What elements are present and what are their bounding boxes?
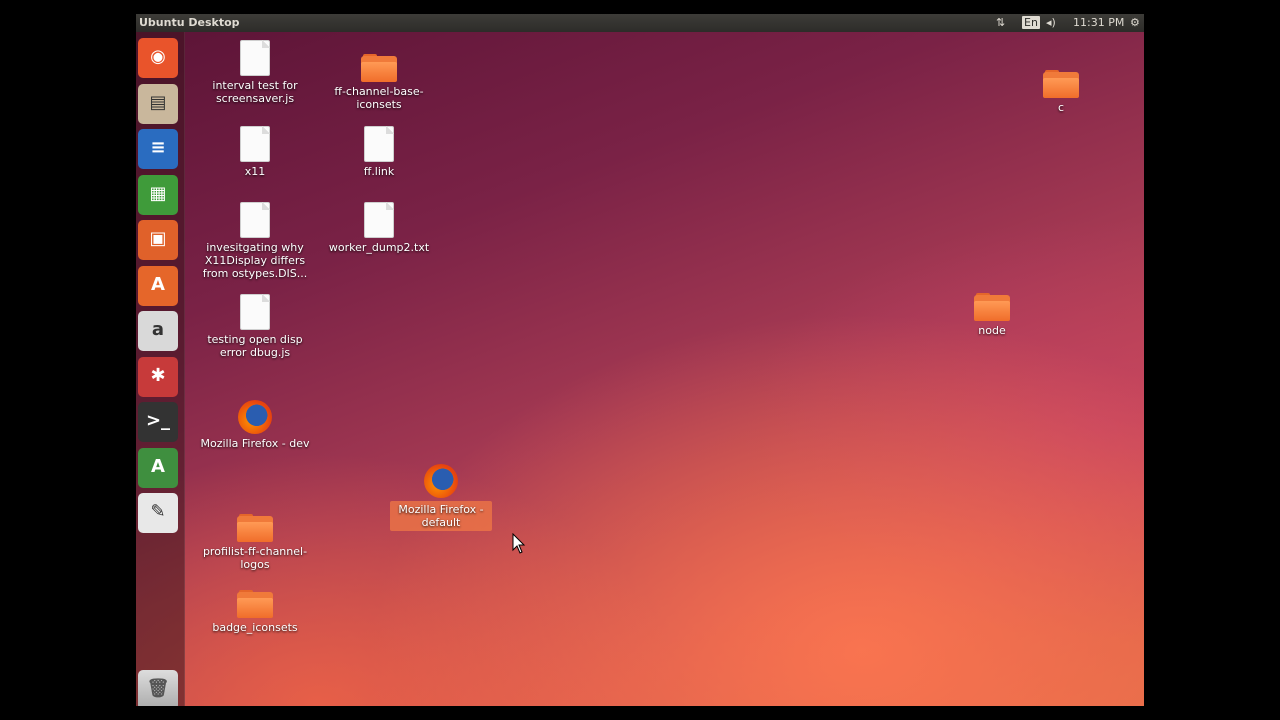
software-updater-icon: A [151,455,165,477]
desktop-file-icon[interactable]: interval test for screensaver.js [200,40,310,105]
launcher-dash-button[interactable]: ◉ [138,38,178,78]
firefox-icon [424,464,458,498]
desktop-file-icon[interactable]: worker_dump2.txt [324,202,434,254]
text-editor-icon: ✎ [150,501,166,522]
link-file-icon [364,126,394,162]
mouse-pointer-icon [512,533,526,554]
desktop-icon-label: profilist-ff-channel-logos [202,545,308,571]
desktop-icon-label: badge_iconsets [212,621,298,634]
launcher-terminal-button[interactable]: >_ [138,402,178,442]
folder-icon [974,293,1010,321]
launcher-calc-button[interactable]: ▦ [138,174,178,215]
launcher-amazon-button[interactable]: a [138,311,178,351]
text-file-icon [240,294,270,330]
desktop-file-icon[interactable]: invesitgating why X11Display differs fro… [200,202,310,280]
desktop-folder-icon[interactable]: c [1006,70,1116,114]
trash-icon: 🗑 [146,678,170,699]
impress-icon: ▣ [149,228,167,249]
launcher-updater-button[interactable]: A [138,447,178,488]
volume-icon[interactable]: ◂) [1046,16,1056,29]
launcher-settings-button[interactable]: ✱ [138,356,178,397]
desktop-icon-label: c [1057,101,1065,114]
desktop-launcher-icon-selected[interactable]: Mozilla Firefox - default [386,464,496,531]
desktop-icon-label: ff-channel-base-iconsets [334,85,424,111]
folder-icon [361,54,397,82]
launcher-writer-button[interactable]: ≡ [138,129,178,169]
desktop-folder-icon[interactable]: node [937,293,1047,337]
desktop-icon-label: interval test for screensaver.js [212,79,298,105]
writer-icon: ≡ [150,137,166,158]
terminal-icon: >_ [145,410,171,431]
desktop-icon-label: x11 [244,165,266,178]
desktop-icon-label: Mozilla Firefox - default [390,501,492,531]
desktop-folder-icon[interactable]: profilist-ff-channel-logos [200,514,310,571]
desktop-icon-label: Mozilla Firefox - dev [200,437,310,450]
desktop-icon-label: ff.link [363,165,395,178]
ubuntu-logo-icon: ◉ [150,46,166,67]
desktop-icon-label: node [978,324,1006,337]
files-icon: ▤ [149,91,167,113]
text-file-icon [240,126,270,162]
desktop-icon-label: worker_dump2.txt [328,241,430,254]
clock[interactable]: 11:31 PM [1073,16,1124,29]
desktop-file-icon[interactable]: testing open disp error dbug.js [200,294,310,359]
session-gear-icon[interactable]: ⚙ [1130,16,1140,29]
window-title: Ubuntu Desktop [139,16,240,29]
amazon-icon: a [151,319,165,340]
network-icon[interactable]: ⇅ [996,16,1005,29]
desktop-file-icon[interactable]: ff.link [324,126,434,178]
launcher-text-editor-button[interactable]: ✎ [138,493,178,533]
folder-icon [1043,70,1079,98]
text-file-icon [240,40,270,76]
desktop-screen: Ubuntu Desktop ⇅ En ◂) 11:31 PM ⚙ 🗑 inte… [136,14,1144,706]
top-panel: Ubuntu Desktop ⇅ En ◂) 11:31 PM ⚙ [136,14,1144,32]
launcher-software-center-button[interactable]: A [138,265,178,306]
launcher-impress-button[interactable]: ▣ [138,220,178,260]
system-settings-icon: ✱ [150,364,166,386]
desktop-icon-label: testing open disp error dbug.js [207,333,303,359]
text-file-icon [240,202,270,238]
desktop-icon-label: invesitgating why X11Display differs fro… [202,241,308,280]
keyboard-indicator[interactable]: En [1022,16,1040,29]
software-center-icon: A [151,273,165,295]
desktop-launcher-icon[interactable]: Mozilla Firefox - dev [200,400,310,450]
folder-icon [237,514,273,542]
trash-button[interactable]: 🗑 [138,670,178,706]
desktop-folder-icon[interactable]: ff-channel-base-iconsets [324,54,434,111]
firefox-icon [238,400,272,434]
desktop-folder-icon[interactable]: badge_iconsets [200,590,310,634]
launcher-files-button[interactable]: ▤ [138,83,178,124]
folder-icon [237,590,273,618]
calc-icon: ▦ [149,182,167,204]
desktop-file-icon[interactable]: x11 [200,126,310,178]
text-file-icon [364,202,394,238]
